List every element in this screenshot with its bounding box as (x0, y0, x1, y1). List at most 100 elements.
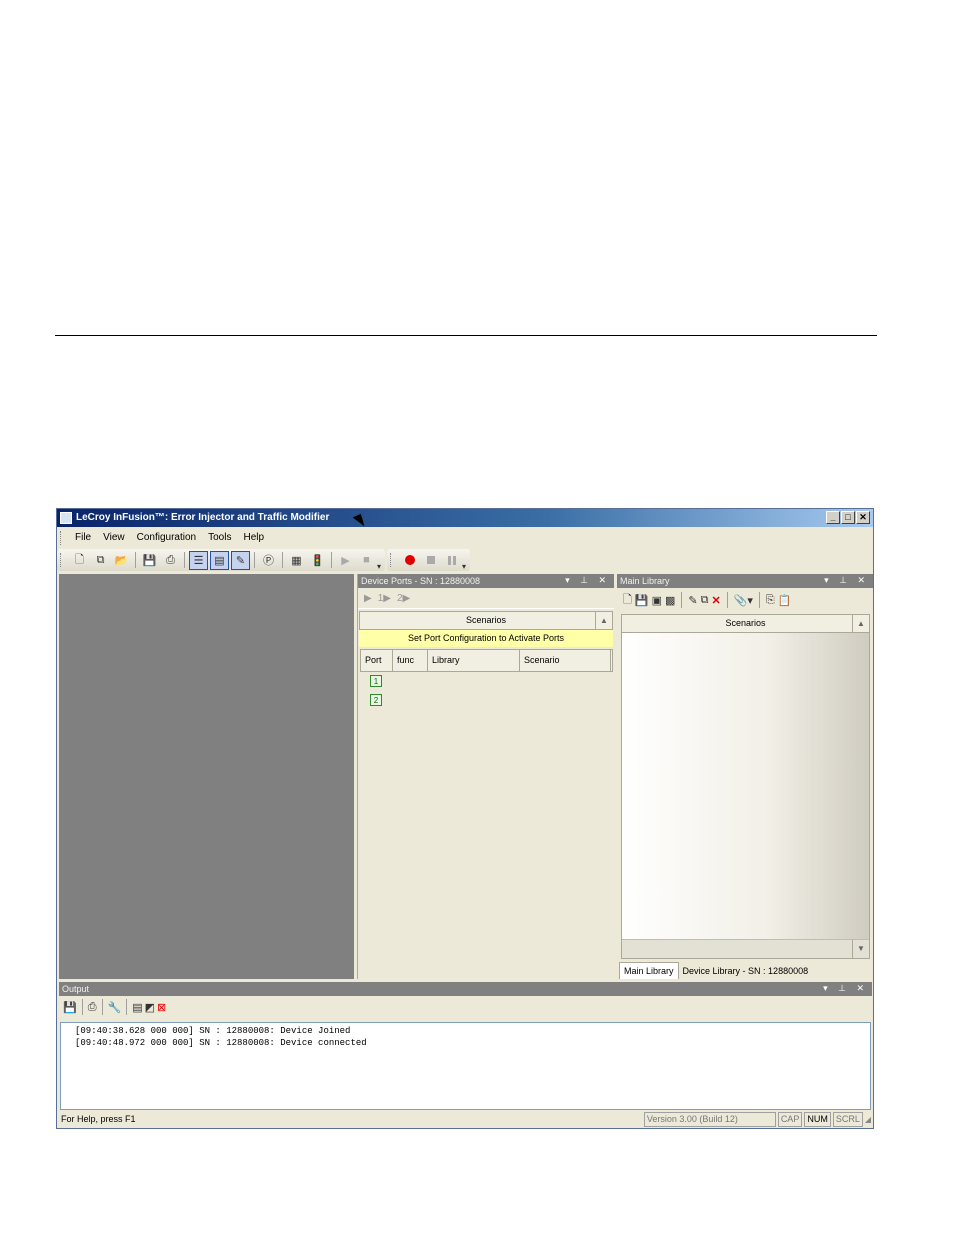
port-config-icon[interactable]: Ⓟ (259, 551, 278, 570)
port-2-tool[interactable]: 2▶ (397, 593, 410, 604)
library-scenarios-header[interactable]: Scenarios ▲ (622, 615, 869, 633)
menu-view[interactable]: View (97, 532, 131, 543)
new-file-icon[interactable]: 🗋 (70, 551, 89, 570)
new-project-icon[interactable]: ⧉ (91, 551, 110, 570)
toolbar-grip[interactable] (60, 553, 64, 567)
edit-scenario-icon[interactable]: ✎ (688, 594, 697, 607)
workspace-area (59, 574, 354, 979)
scenarios-header[interactable]: Scenarios ▲ (359, 611, 613, 630)
column-library[interactable]: Library (428, 650, 520, 671)
status-bar: For Help, press F1 Version 3.00 (Build 1… (57, 1110, 873, 1128)
menu-grip[interactable] (60, 530, 64, 545)
print-log-icon[interactable]: ⎙ (88, 1001, 97, 1014)
run-scenario-icon[interactable]: ▶ (336, 551, 355, 570)
log-options-icon[interactable]: ▤ (132, 1001, 142, 1014)
menu-file[interactable]: File (69, 532, 97, 543)
save-icon[interactable]: 💾 (140, 551, 159, 570)
minimize-button[interactable]: _ (826, 511, 840, 524)
device-ports-toolbar: ▶ 1▶ 2▶ (358, 588, 614, 609)
save-all-icon[interactable]: ▣ (652, 594, 662, 607)
output-log[interactable]: [09:40:38.628 000 000] SN : 12880008: De… (60, 1022, 871, 1110)
device-icon[interactable]: ▦ (287, 551, 306, 570)
library-tabs: Main Library Device Library - SN : 12880… (619, 960, 812, 979)
app-icon[interactable] (60, 512, 72, 524)
column-func[interactable]: func (393, 650, 428, 671)
close-button[interactable]: ✕ (856, 511, 870, 524)
port-config-notice: Set Port Configuration to Activate Ports (359, 630, 613, 647)
app-window: LeCroy InFusion™: Error Injector and Tra… (56, 508, 874, 1129)
column-port[interactable]: Port (361, 650, 393, 671)
save-scenario-icon[interactable]: 💾 (635, 594, 649, 607)
attach-icon[interactable]: 📎▾ (734, 594, 753, 607)
copy-scenario-icon[interactable]: ⧉ (701, 594, 709, 607)
title-bar[interactable]: LeCroy InFusion™: Error Injector and Tra… (57, 509, 873, 527)
toolbar-grip[interactable] (390, 553, 394, 567)
view-edit-icon[interactable]: ✎ (231, 550, 250, 570)
tab-device-library[interactable]: Device Library - SN : 12880008 (679, 963, 813, 979)
arrow-right-icon[interactable]: ▶ (364, 593, 372, 604)
log-window-icon[interactable]: ◩ (145, 1001, 155, 1014)
log-line: [09:40:38.628 000 000] SN : 12880008: De… (75, 1026, 351, 1036)
page-divider-line (55, 335, 877, 336)
stop-scenario-icon[interactable]: ■ (357, 551, 376, 570)
port-1-badge[interactable]: 1 (370, 675, 382, 687)
library-scenarios-label: Scenarios (725, 618, 766, 628)
output-panel: Output ▾ ⊥ ✕ 💾 ⎙ 🔧 ▤ ◩ ⊠ [09:40:38.628 0… (59, 982, 872, 1110)
menu-help[interactable]: Help (237, 532, 270, 543)
pause-icon[interactable] (442, 551, 461, 570)
copy-icon[interactable]: ⎘ (766, 594, 775, 607)
table-row[interactable]: 1 (358, 672, 614, 691)
tab-main-library[interactable]: Main Library (619, 962, 679, 979)
scroll-up-icon[interactable]: ▲ (852, 615, 869, 632)
menu-bar: File View Configuration Tools Help (57, 528, 873, 547)
port-1-tool[interactable]: 1▶ (378, 593, 391, 604)
output-header[interactable]: Output ▾ ⊥ ✕ (59, 982, 872, 996)
scroll-up-icon[interactable]: ▲ (595, 612, 612, 629)
save-library-icon[interactable]: ▩ (665, 594, 675, 607)
device-ports-title: Device Ports - SN : 12880008 (361, 576, 481, 586)
menu-tools[interactable]: Tools (202, 532, 237, 543)
delete-icon[interactable]: ✕ (711, 594, 720, 607)
view-panels-icon[interactable]: ▤ (210, 550, 229, 570)
status-cap: CAP (777, 1111, 803, 1127)
library-scenario-list[interactable]: Scenarios ▲ ▼ (621, 614, 870, 959)
toolbar-overflow-icon[interactable]: ▾ (462, 562, 466, 571)
scenarios-header-label: Scenarios (465, 615, 507, 625)
stop-icon[interactable] (421, 551, 440, 570)
menu-configuration[interactable]: Configuration (131, 532, 202, 543)
status-help-text: For Help, press F1 (61, 1114, 136, 1124)
ports-table-header: Port func Library Scenario (360, 649, 613, 672)
open-folder-icon[interactable]: 📂 (112, 551, 131, 570)
library-scrollbar[interactable]: ▼ (622, 939, 869, 958)
toolbar-separator (135, 552, 136, 568)
port-2-badge[interactable]: 2 (370, 694, 382, 706)
table-row[interactable]: 2 (358, 691, 614, 710)
toolbar-separator (126, 999, 128, 1015)
status-version: Version 3.00 (Build 12) (643, 1111, 776, 1127)
traffic-light-icon[interactable]: 🚦 (308, 551, 327, 570)
output-title: Output (62, 984, 90, 994)
paste-icon[interactable]: 📋 (778, 594, 792, 607)
main-library-panel: Main Library ▾ ⊥ ✕ 🗋 💾 ▣ ▩ ✎ ⧉ ✕ 📎▾ ⎘ 📋 … (617, 574, 873, 979)
toolbar-separator (184, 552, 185, 568)
maximize-button[interactable]: □ (841, 511, 855, 524)
record-icon[interactable] (400, 551, 419, 570)
pane-controls[interactable]: ▾ ⊥ ✕ (823, 983, 868, 994)
new-scenario-icon[interactable]: 🗋 (623, 591, 632, 610)
device-ports-header[interactable]: Device Ports - SN : 12880008 ▾ ⊥ ✕ (358, 574, 614, 588)
pane-controls[interactable]: ▾ ⊥ ✕ (824, 575, 869, 586)
settings-wrench-icon[interactable]: 🔧 (108, 1001, 122, 1014)
resize-grip-icon[interactable]: ◢ (865, 1115, 871, 1124)
toolbar-overflow-icon[interactable]: ▾ (377, 562, 381, 571)
column-scenario[interactable]: Scenario (520, 650, 611, 671)
print-icon[interactable]: ⎙ (161, 551, 180, 570)
main-library-header[interactable]: Main Library ▾ ⊥ ✕ (617, 574, 873, 588)
save-log-icon[interactable]: 💾 (63, 1001, 77, 1014)
scroll-down-icon[interactable]: ▼ (852, 940, 869, 958)
output-toolbar: 💾 ⎙ 🔧 ▤ ◩ ⊠ (59, 996, 872, 1018)
view-list-icon[interactable]: ☰ (189, 550, 208, 570)
clear-log-icon[interactable]: ⊠ (157, 1001, 166, 1014)
pane-controls[interactable]: ▾ ⊥ ✕ (565, 575, 610, 586)
status-num: NUM (804, 1111, 831, 1127)
toolbar-group-main: 🗋 ⧉ 📂 💾 ⎙ ☰ ▤ ✎ Ⓟ ▦ 🚦 ▶ ■ ▾ (57, 549, 386, 571)
